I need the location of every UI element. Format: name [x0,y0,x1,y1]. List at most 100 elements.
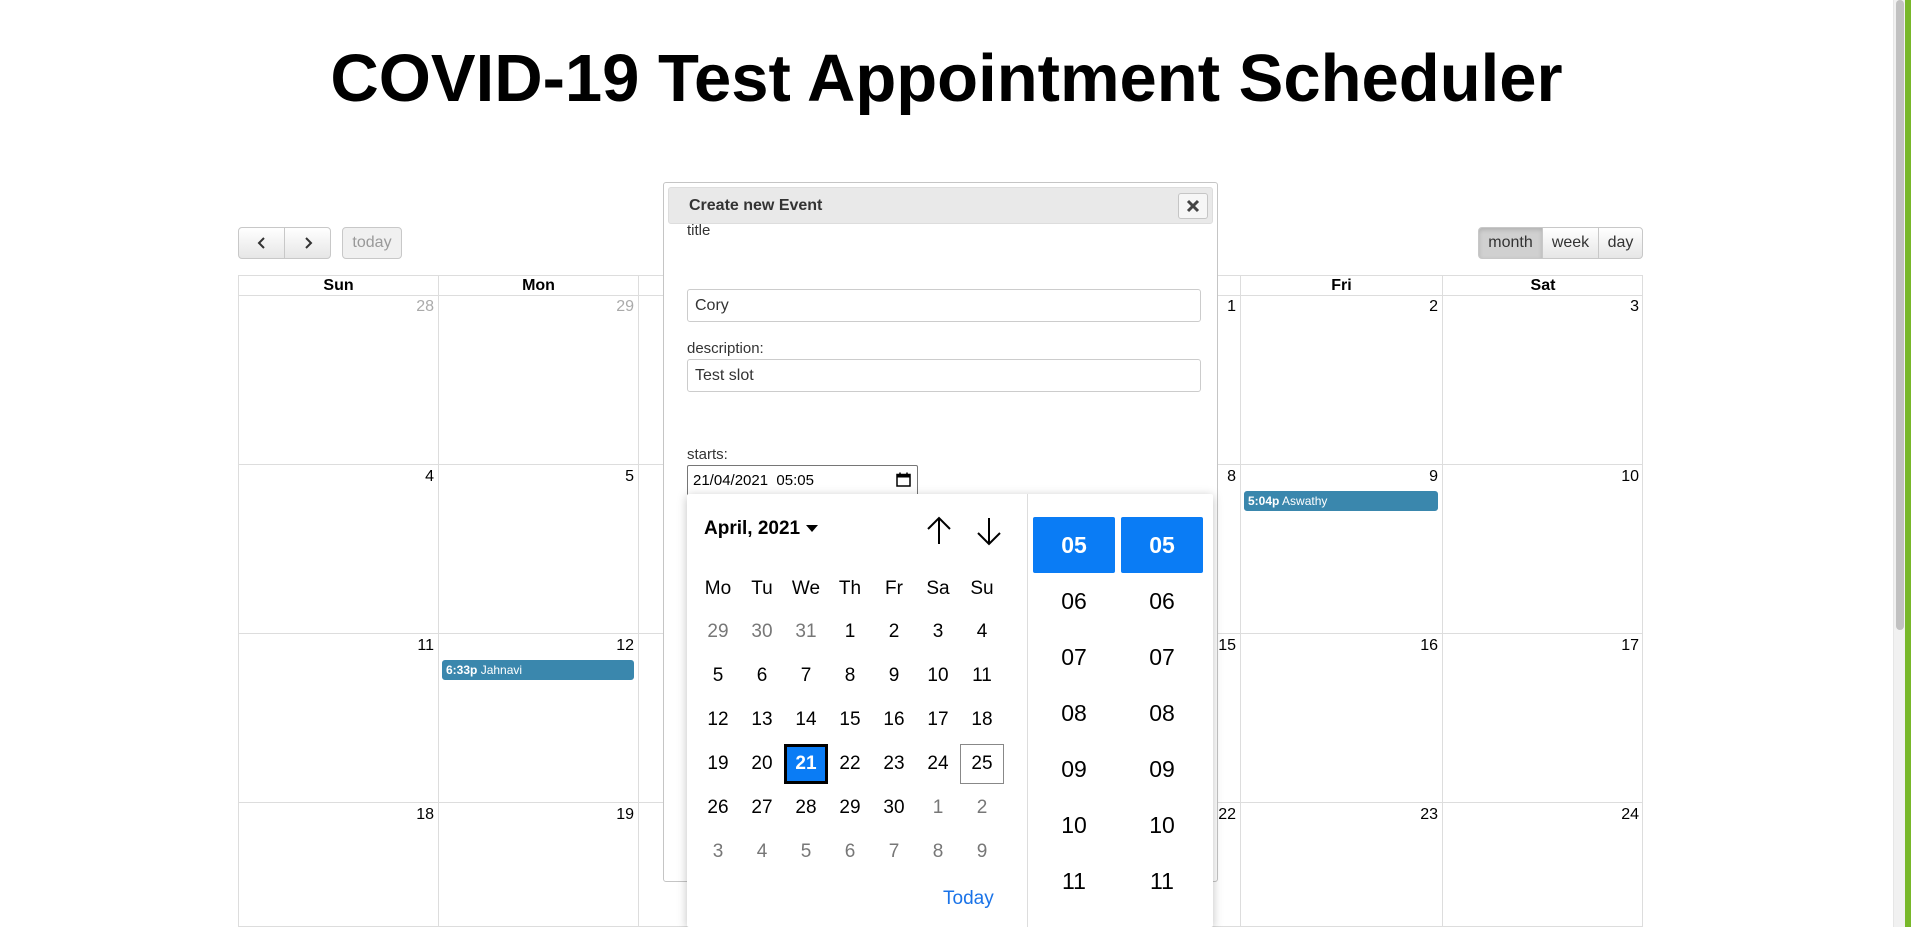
calendar-day-cell[interactable]: 16 [1240,634,1442,803]
calendar-day-cell[interactable]: 19 [438,803,638,927]
hour-option[interactable]: 10 [1033,797,1115,853]
minute-option[interactable]: 05 [1121,517,1203,573]
picker-day[interactable]: 3 [916,612,960,652]
picker-day[interactable]: 3 [696,832,740,872]
calendar-day-cell[interactable]: 17 [1442,634,1643,803]
picker-today-button[interactable]: Today [943,888,994,910]
picker-day[interactable]: 24 [916,744,960,784]
description-input[interactable]: Test slot [687,359,1201,392]
picker-month-select[interactable]: April, 2021 [704,518,819,540]
picker-day[interactable]: 8 [916,832,960,872]
hour-option[interactable]: 09 [1033,741,1115,797]
picker-day[interactable]: 7 [872,832,916,872]
picker-day[interactable]: 18 [960,700,1004,740]
scrollbar-thumb[interactable] [1896,0,1904,630]
caret-down-icon [806,525,819,533]
picker-day-selected[interactable]: 21 [784,744,828,784]
picker-day[interactable]: 5 [784,832,828,872]
picker-day[interactable]: 2 [872,612,916,652]
picker-day[interactable]: 12 [696,700,740,740]
minute-option[interactable]: 08 [1121,685,1203,741]
calendar-event[interactable]: 6:33p Jahnavi [442,660,634,680]
arrow-up-icon[interactable] [923,514,955,548]
picker-day[interactable]: 6 [740,656,784,696]
week-view-button[interactable]: week [1542,227,1599,259]
calendar-day-cell[interactable]: 24 [1442,803,1643,927]
picker-day[interactable]: 30 [872,788,916,828]
picker-weekday-we: We [791,578,821,599]
hour-option[interactable]: 05 [1033,517,1115,573]
starts-datetime-input[interactable]: 21/04/2021 05:05 [687,465,918,496]
picker-day[interactable]: 27 [740,788,784,828]
picker-day-today[interactable]: 25 [960,744,1004,784]
minute-column[interactable]: 05 06 07 08 09 10 11 [1121,517,1203,909]
picker-day[interactable]: 29 [828,788,872,828]
picker-day[interactable]: 19 [696,744,740,784]
picker-day[interactable]: 16 [872,700,916,740]
picker-day[interactable]: 15 [828,700,872,740]
hour-option[interactable]: 11 [1033,853,1115,909]
picker-day[interactable]: 20 [740,744,784,784]
prev-month-button[interactable] [238,227,285,259]
hour-option[interactable]: 07 [1033,629,1115,685]
hour-column[interactable]: 05 06 07 08 09 10 11 [1033,517,1115,909]
picker-day[interactable]: 5 [696,656,740,696]
arrow-down-icon[interactable] [973,514,1005,548]
picker-day[interactable]: 28 [784,788,828,828]
weekday-header-sat: Sat [1442,276,1643,295]
picker-day[interactable]: 1 [916,788,960,828]
calendar-day-cell[interactable]: 4 [238,465,438,634]
picker-day[interactable]: 11 [960,656,1004,696]
calendar-day-cell[interactable]: 18 [238,803,438,927]
calendar-icon[interactable] [896,472,911,487]
calendar-day-cell[interactable]: 28 [238,295,438,465]
window-edge [1905,0,1911,927]
picker-day[interactable]: 26 [696,788,740,828]
picker-day[interactable]: 10 [916,656,960,696]
calendar-day-cell[interactable]: 29 [438,295,638,465]
dialog-close-button[interactable] [1178,193,1208,219]
weekday-header-sun: Sun [238,276,438,295]
picker-day[interactable]: 31 [784,612,828,652]
calendar-event[interactable]: 5:04p Aswathy [1244,491,1438,511]
hour-option[interactable]: 08 [1033,685,1115,741]
today-button[interactable]: today [342,227,402,259]
title-input[interactable]: Cory [687,289,1201,322]
picker-day[interactable]: 1 [828,612,872,652]
next-month-button[interactable] [284,227,331,259]
dialog-titlebar[interactable]: Create new Event [668,187,1213,224]
calendar-day-cell[interactable]: 2 [1240,295,1442,465]
minute-option[interactable]: 09 [1121,741,1203,797]
calendar-day-cell[interactable]: 11 [238,634,438,803]
picker-day[interactable]: 4 [740,832,784,872]
picker-day[interactable]: 23 [872,744,916,784]
minute-option[interactable]: 06 [1121,573,1203,629]
calendar-day-cell[interactable]: 10 [1442,465,1643,634]
minute-option[interactable]: 11 [1121,853,1203,909]
picker-day[interactable]: 29 [696,612,740,652]
picker-day[interactable]: 2 [960,788,1004,828]
picker-day[interactable]: 22 [828,744,872,784]
calendar-day-number: 29 [616,298,634,315]
picker-month-label: April, 2021 [704,518,801,539]
picker-day[interactable]: 14 [784,700,828,740]
picker-day[interactable]: 13 [740,700,784,740]
picker-day[interactable]: 7 [784,656,828,696]
minute-option[interactable]: 07 [1121,629,1203,685]
picker-day[interactable]: 8 [828,656,872,696]
picker-day[interactable]: 9 [960,832,1004,872]
hour-option[interactable]: 06 [1033,573,1115,629]
close-icon [1186,199,1200,213]
day-view-button[interactable]: day [1598,227,1643,259]
picker-day[interactable]: 4 [960,612,1004,652]
picker-day[interactable]: 9 [872,656,916,696]
picker-day[interactable]: 30 [740,612,784,652]
calendar-day-cell[interactable]: 5 [438,465,638,634]
picker-day[interactable]: 17 [916,700,960,740]
minute-option[interactable]: 10 [1121,797,1203,853]
calendar-day-cell[interactable]: 23 [1240,803,1442,927]
picker-day[interactable]: 6 [828,832,872,872]
calendar-day-cell[interactable]: 3 [1442,295,1643,465]
month-view-button[interactable]: month [1478,227,1543,259]
calendar-day-number: 9 [1429,468,1438,485]
